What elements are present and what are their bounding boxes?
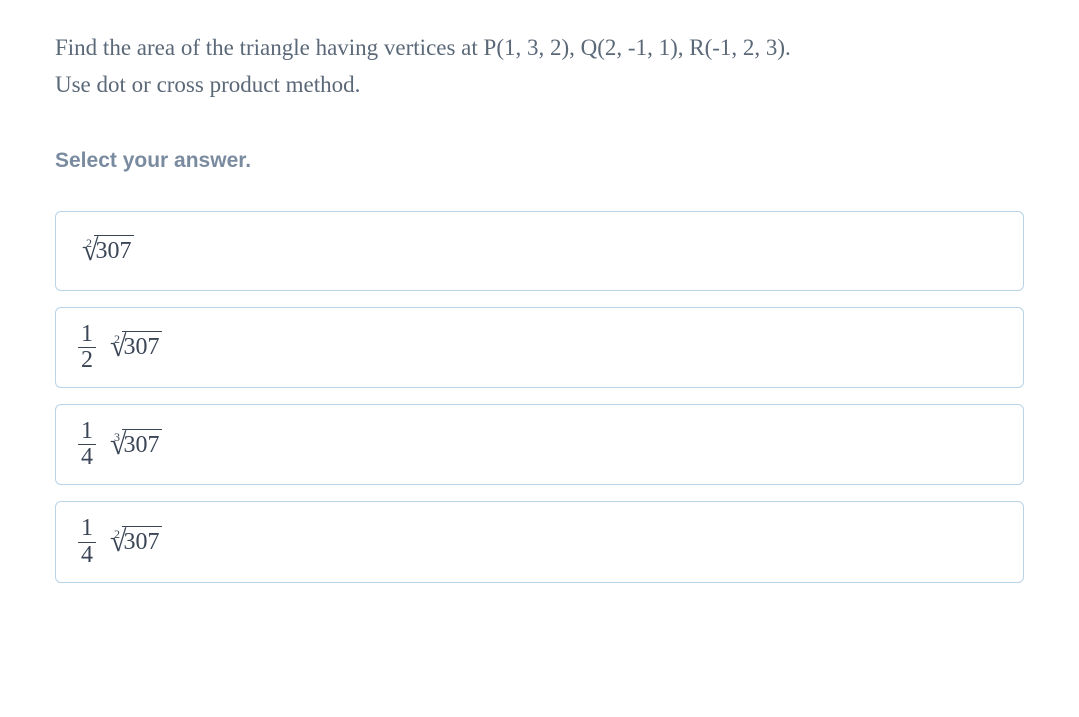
radicand: 307 — [122, 526, 162, 556]
root-expression: 2 √ 307 — [78, 236, 134, 266]
fraction-numerator: 1 — [78, 419, 96, 445]
fraction-numerator: 1 — [78, 516, 96, 542]
radicand: 307 — [122, 429, 162, 459]
root-expression: 3 √ 307 — [106, 430, 162, 460]
fraction: 1 4 — [78, 419, 96, 470]
option-3-math: 1 4 3 √ 307 — [78, 419, 162, 470]
fraction: 1 4 — [78, 516, 96, 567]
answer-option-4[interactable]: 1 4 2 √ 307 — [55, 501, 1024, 582]
question-text: Find the area of the triangle having ver… — [55, 30, 1024, 104]
root-expression: 2 √ 307 — [106, 527, 162, 557]
root-index: 2 — [86, 236, 92, 251]
instruction-label: Select your answer. — [55, 149, 1024, 173]
root-index: 2 — [114, 332, 120, 347]
radicand: 307 — [94, 235, 134, 265]
fraction-denominator: 2 — [78, 348, 96, 373]
fraction-denominator: 4 — [78, 445, 96, 470]
root-index: 3 — [114, 430, 120, 445]
question-line-1: Find the area of the triangle having ver… — [55, 35, 791, 60]
root-expression: 2 √ 307 — [106, 332, 162, 362]
root-index: 2 — [114, 527, 120, 542]
option-2-math: 1 2 2 √ 307 — [78, 322, 162, 373]
option-1-math: 2 √ 307 — [78, 236, 134, 266]
fraction-numerator: 1 — [78, 322, 96, 348]
question-line-2: Use dot or cross product method. — [55, 72, 360, 97]
option-4-math: 1 4 2 √ 307 — [78, 516, 162, 567]
fraction: 1 2 — [78, 322, 96, 373]
fraction-denominator: 4 — [78, 543, 96, 568]
radicand: 307 — [122, 331, 162, 361]
answer-options: 2 √ 307 1 2 2 √ 307 1 4 3 — [55, 211, 1024, 583]
answer-option-3[interactable]: 1 4 3 √ 307 — [55, 404, 1024, 485]
answer-option-2[interactable]: 1 2 2 √ 307 — [55, 307, 1024, 388]
answer-option-1[interactable]: 2 √ 307 — [55, 211, 1024, 291]
